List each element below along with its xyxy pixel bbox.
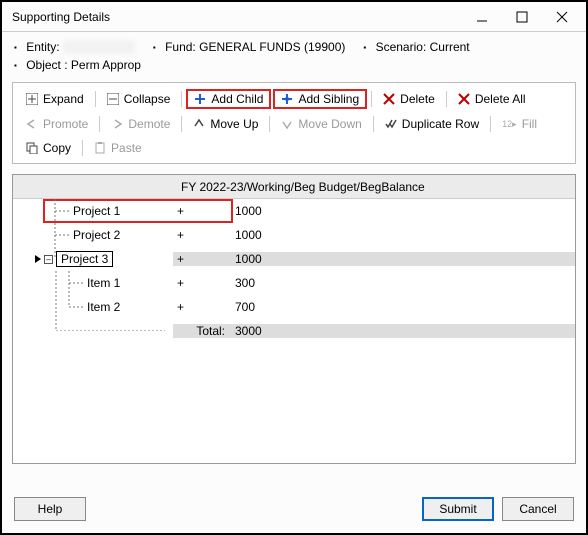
fund-label: Fund: [165, 40, 196, 54]
delete-all-button[interactable]: Delete All [451, 90, 533, 108]
window-title: Supporting Details [12, 10, 462, 24]
help-button[interactable]: Help [14, 497, 86, 521]
table-row[interactable]: Project 1 + 1000 [13, 199, 575, 223]
object-value: Perm Approp [71, 58, 141, 72]
duplicate-row-button[interactable]: Duplicate Row [378, 115, 486, 133]
row-pointer-icon [35, 255, 41, 263]
table-row[interactable]: Item 2 + 700 [13, 295, 575, 319]
maximize-button[interactable] [502, 3, 542, 31]
move-up-icon [193, 118, 205, 130]
fill-button[interactable]: 12▸ Fill [495, 115, 544, 133]
entity-value: xxxx [63, 40, 135, 54]
value-cell[interactable]: 700 [231, 300, 575, 314]
context-entity: Entity: xxxx [14, 40, 135, 54]
add-child-button[interactable]: Add Child [186, 89, 271, 109]
dialog-window: Supporting Details Entity: xxxx Fund: GE… [0, 0, 588, 535]
demote-button[interactable]: Demote [104, 115, 177, 133]
duplicate-icon [385, 118, 397, 130]
scenario-value: Current [430, 40, 470, 54]
table-row[interactable]: Project 2 + 1000 [13, 223, 575, 247]
op-cell[interactable]: + [173, 228, 231, 242]
table-row[interactable]: Item 1 + 300 [13, 271, 575, 295]
scenario-label: Scenario: [376, 40, 427, 54]
move-down-icon [281, 118, 293, 130]
op-cell[interactable]: + [173, 204, 231, 218]
value-cell[interactable]: 1000 [231, 228, 575, 242]
expand-button[interactable]: Expand [19, 90, 91, 108]
toolbar: Expand Collapse Add Child Add Sibling [2, 76, 586, 170]
context-bar: Entity: xxxx Fund: GENERAL FUNDS (19900)… [2, 32, 586, 76]
grid-body: Project 1 + 1000 Project 2 + 1000 – [13, 199, 575, 463]
context-scenario: Scenario: Current [363, 40, 469, 54]
delete-all-icon [458, 93, 470, 105]
context-object: Object : Perm Approp [14, 58, 574, 72]
collapse-icon [107, 93, 119, 105]
move-down-button[interactable]: Move Down [274, 115, 368, 133]
value-cell[interactable]: 300 [231, 276, 575, 290]
add-sibling-button[interactable]: Add Sibling [273, 89, 367, 109]
move-up-button[interactable]: Move Up [186, 115, 265, 133]
copy-icon [26, 142, 38, 154]
node-label: Project 1 [69, 204, 124, 218]
total-label: Total: [173, 324, 231, 338]
title-bar: Supporting Details [2, 2, 586, 32]
table-row[interactable]: – Project 3 + 1000 [13, 247, 575, 271]
node-label: Item 1 [83, 276, 124, 290]
promote-button[interactable]: Promote [19, 115, 95, 133]
value-cell[interactable]: 1000 [231, 204, 575, 218]
value-cell[interactable]: 1000 [231, 252, 575, 266]
expand-icon [26, 93, 38, 105]
grid-header: FY 2022-23/Working/Beg Budget/BegBalance [13, 175, 575, 199]
copy-button[interactable]: Copy [19, 139, 78, 157]
cancel-button[interactable]: Cancel [502, 497, 574, 521]
context-fund: Fund: GENERAL FUNDS (19900) [153, 40, 346, 54]
column-header: FY 2022-23/Working/Beg Budget/BegBalance [173, 180, 575, 194]
delete-icon [383, 93, 395, 105]
collapse-button[interactable]: Collapse [100, 90, 178, 108]
add-sibling-icon [281, 93, 293, 105]
object-label: Object : [26, 58, 67, 72]
op-cell[interactable]: + [173, 252, 231, 266]
node-label: Item 2 [83, 300, 124, 314]
data-grid[interactable]: FY 2022-23/Working/Beg Budget/BegBalance… [12, 174, 576, 464]
node-label[interactable]: Project 3 [56, 251, 113, 267]
op-cell[interactable]: + [173, 300, 231, 314]
add-child-icon [194, 93, 206, 105]
dialog-footer: Help Submit Cancel [2, 487, 586, 533]
demote-icon [111, 118, 123, 130]
node-label: Project 2 [69, 228, 124, 242]
submit-button[interactable]: Submit [422, 497, 494, 521]
total-row: Total: 3000 [13, 319, 575, 343]
promote-icon [26, 118, 38, 130]
total-value: 3000 [231, 324, 575, 338]
paste-icon [94, 142, 106, 154]
paste-button[interactable]: Paste [87, 139, 149, 157]
entity-label: Entity: [26, 40, 59, 54]
minimize-button[interactable] [462, 3, 502, 31]
close-button[interactable] [542, 3, 582, 31]
op-cell[interactable]: + [173, 276, 231, 290]
fill-icon: 12▸ [502, 119, 517, 130]
fund-value: GENERAL FUNDS (19900) [199, 40, 345, 54]
delete-button[interactable]: Delete [376, 90, 442, 108]
